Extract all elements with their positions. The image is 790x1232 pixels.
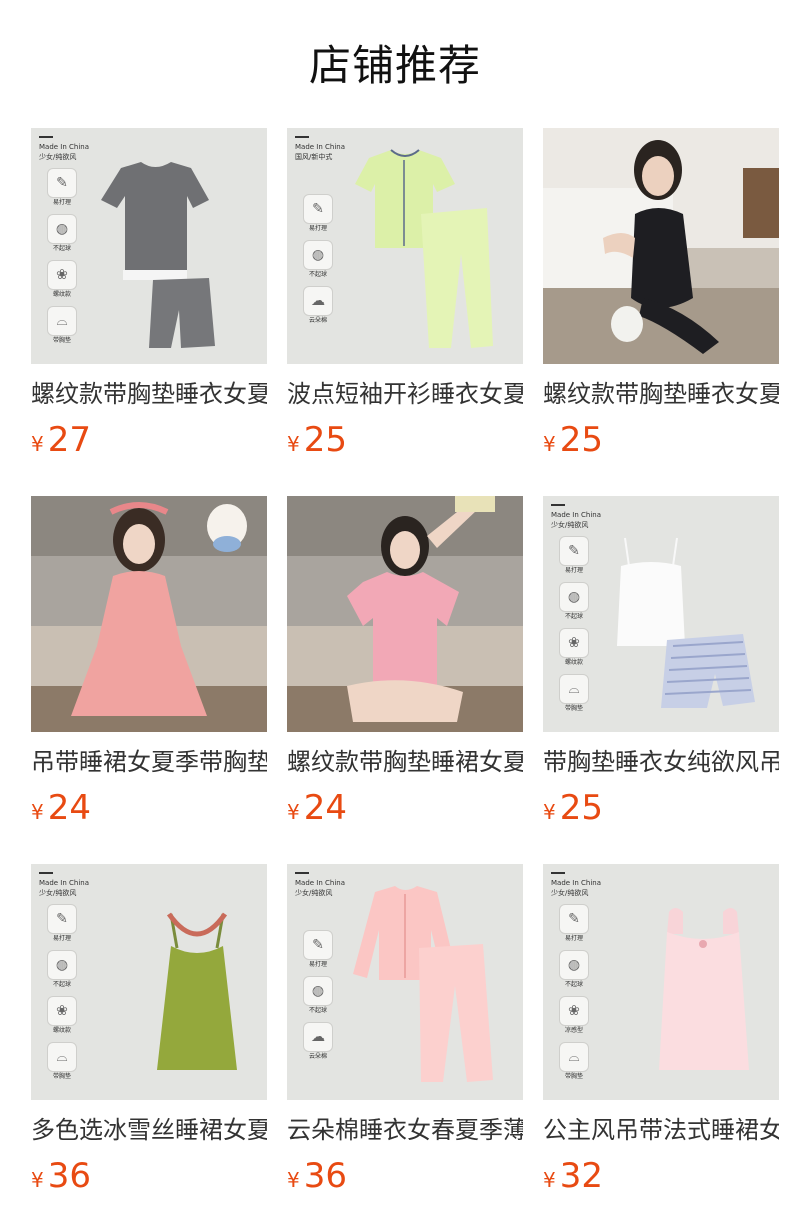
price-value: 36 bbox=[47, 1156, 91, 1196]
product-image[interactable] bbox=[287, 496, 523, 732]
product-price: ¥24 bbox=[287, 786, 523, 830]
product-name[interactable]: 云朵棉睡衣女春夏季薄 bbox=[287, 1112, 523, 1148]
product-image[interactable]: Made In China 少女/纯欲风 ✎ 易打理 ◍ 不起球 ❀ 螺纹款 ⌓ 带胸垫 bbox=[31, 128, 267, 364]
product-price: ¥36 bbox=[31, 1154, 267, 1198]
green-dot-pajama-illustration bbox=[355, 149, 493, 348]
pink-nightdress-illustration bbox=[659, 908, 749, 1070]
product-name[interactable]: 螺纹款带胸垫睡衣女夏 bbox=[543, 376, 779, 412]
product-image[interactable] bbox=[543, 128, 779, 364]
product-card[interactable]: Made In China 少女/纯欲风 ✎ 易打理 ◍ 不起球 ❀ 螺纹款 ⌓ 带胸垫… bbox=[31, 864, 267, 1198]
currency-symbol: ¥ bbox=[543, 800, 556, 824]
product-card[interactable]: Made In China 少女/纯欲风 ✎ 易打理 ◍ 不起球 ❀ 凉感型 ⌓ 带胸垫… bbox=[543, 864, 779, 1198]
product-image[interactable]: Made In China 少女/纯欲风 ✎ 易打理 ◍ 不起球 ❀ 凉感型 ⌓ 带胸垫 bbox=[543, 864, 779, 1100]
currency-symbol: ¥ bbox=[287, 432, 300, 456]
currency-symbol: ¥ bbox=[543, 1168, 556, 1192]
product-price: ¥24 bbox=[31, 786, 267, 830]
price-value: 25 bbox=[303, 420, 347, 460]
price-value: 27 bbox=[47, 420, 91, 460]
product-card[interactable]: Made In China 少女/纯欲风 ✎ 易打理 ◍ 不起球 ❀ 螺纹款 ⌓ 带胸垫… bbox=[31, 128, 267, 462]
model-photo-sofa bbox=[31, 496, 267, 732]
product-name[interactable]: 波点短袖开衫睡衣女夏 bbox=[287, 376, 523, 412]
product-card[interactable]: Made In China 国风/新中式 ✎ 易打理 ◍ 不起球 ☁ 云朵棉 波点短袖… bbox=[287, 128, 523, 462]
grey-tshirt-shorts-illustration bbox=[101, 162, 215, 348]
currency-symbol: ¥ bbox=[31, 1168, 44, 1192]
product-price: ¥27 bbox=[31, 418, 267, 462]
product-price: ¥32 bbox=[543, 1154, 779, 1198]
product-price: ¥25 bbox=[543, 786, 779, 830]
product-card[interactable]: 螺纹款带胸垫睡裙女夏 ¥24 bbox=[287, 496, 523, 830]
pink-pajama-illustration bbox=[353, 886, 493, 1082]
price-value: 32 bbox=[559, 1156, 603, 1196]
price-value: 24 bbox=[47, 788, 91, 828]
product-name[interactable]: 螺纹款带胸垫睡裙女夏 bbox=[287, 744, 523, 780]
green-slip-dress-illustration bbox=[157, 912, 237, 1070]
price-value: 36 bbox=[303, 1156, 347, 1196]
price-value: 24 bbox=[303, 788, 347, 828]
product-name[interactable]: 带胸垫睡衣女纯欲风吊 bbox=[543, 744, 779, 780]
product-name[interactable]: 螺纹款带胸垫睡衣女夏 bbox=[31, 376, 267, 412]
shop-recommendations: 店铺推荐 Made In China 少女/纯欲风 ✎ 易打理 ◍ 不起球 ❀ 螺纹款… bbox=[0, 0, 790, 1232]
product-image[interactable] bbox=[31, 496, 267, 732]
price-value: 25 bbox=[559, 788, 603, 828]
product-name[interactable]: 吊带睡裙女夏季带胸垫 bbox=[31, 744, 267, 780]
currency-symbol: ¥ bbox=[287, 800, 300, 824]
product-price: ¥25 bbox=[287, 418, 523, 462]
section-title: 店铺推荐 bbox=[308, 41, 481, 90]
currency-symbol: ¥ bbox=[31, 800, 44, 824]
product-name[interactable]: 多色选冰雪丝睡裙女夏 bbox=[31, 1112, 267, 1148]
price-value: 25 bbox=[559, 420, 603, 460]
product-card[interactable]: Made In China 少女/纯欲风 ✎ 易打理 ◍ 不起球 ☁ 云朵棉 云朵棉睡… bbox=[287, 864, 523, 1198]
product-price: ¥25 bbox=[543, 418, 779, 462]
currency-symbol: ¥ bbox=[31, 432, 44, 456]
product-image[interactable]: Made In China 少女/纯欲风 ✎ 易打理 ◍ 不起球 ❀ 螺纹款 ⌓ 带胸垫 bbox=[31, 864, 267, 1100]
currency-symbol: ¥ bbox=[287, 1168, 300, 1192]
product-card[interactable]: 吊带睡裙女夏季带胸垫 ¥24 bbox=[31, 496, 267, 830]
model-photo-sofa bbox=[287, 496, 523, 732]
product-image[interactable]: Made In China 少女/纯欲风 ✎ 易打理 ◍ 不起球 ❀ 螺纹款 ⌓ 带胸垫 bbox=[543, 496, 779, 732]
product-name[interactable]: 公主风吊带法式睡裙女 bbox=[543, 1112, 779, 1148]
currency-symbol: ¥ bbox=[543, 432, 556, 456]
product-card[interactable]: Made In China 少女/纯欲风 ✎ 易打理 ◍ 不起球 ❀ 螺纹款 ⌓ 带胸垫… bbox=[543, 496, 779, 830]
model-photo-bedroom bbox=[543, 128, 779, 364]
product-price: ¥36 bbox=[287, 1154, 523, 1198]
product-card[interactable]: 螺纹款带胸垫睡衣女夏 ¥25 bbox=[543, 128, 779, 462]
product-image[interactable]: Made In China 少女/纯欲风 ✎ 易打理 ◍ 不起球 ☁ 云朵棉 bbox=[287, 864, 523, 1100]
product-image[interactable]: Made In China 国风/新中式 ✎ 易打理 ◍ 不起球 ☁ 云朵棉 bbox=[287, 128, 523, 364]
white-cami-striped-shorts-illustration bbox=[617, 537, 755, 708]
